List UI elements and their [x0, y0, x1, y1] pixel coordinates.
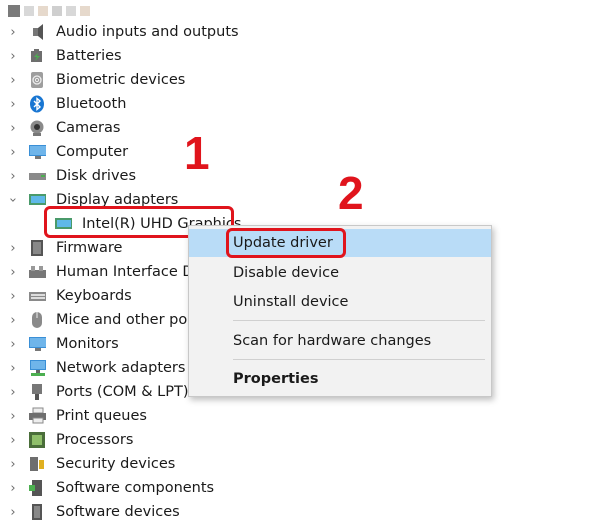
chevron-right-icon[interactable]: › — [6, 380, 20, 404]
tree-item-label: Bluetooth — [56, 96, 127, 112]
tree-item-label: Biometric devices — [56, 72, 186, 88]
disk-drive-icon — [28, 167, 46, 185]
hid-icon — [28, 263, 46, 281]
chevron-right-icon[interactable]: › — [6, 500, 20, 524]
tree-item-label: Software components — [56, 480, 215, 496]
tree-item-label: Cameras — [56, 120, 121, 136]
chevron-right-icon[interactable]: › — [6, 332, 20, 356]
tree-item-label: Human Interface De — [56, 264, 203, 280]
blurred-text — [38, 6, 48, 16]
tree-item-label: Security devices — [56, 456, 176, 472]
menu-item-label: Uninstall device — [233, 294, 349, 310]
port-icon — [28, 383, 46, 401]
software-device-icon — [28, 503, 46, 521]
tree-item-label: Network adapters — [56, 360, 186, 376]
chevron-right-icon[interactable]: › — [6, 20, 20, 44]
network-icon — [28, 359, 46, 377]
tree-item-label: Mice and other poi — [56, 312, 192, 328]
menu-separator — [233, 320, 485, 321]
speaker-icon — [28, 23, 46, 41]
processor-icon — [28, 431, 46, 449]
menu-item-properties[interactable]: Properties — [189, 365, 491, 393]
chevron-right-icon[interactable]: › — [6, 116, 20, 140]
tree-item-label: Monitors — [56, 336, 119, 352]
tree-item-label: Print queues — [56, 408, 147, 424]
chevron-right-icon[interactable]: › — [6, 92, 20, 116]
tree-item-label: Software devices — [56, 504, 180, 520]
software-component-icon — [28, 479, 46, 497]
menu-item-label: Disable device — [233, 265, 340, 281]
chip-icon — [28, 239, 46, 257]
monitor-icon — [28, 143, 46, 161]
fingerprint-icon — [28, 71, 46, 89]
monitor-icon — [28, 335, 46, 353]
chevron-down-icon[interactable]: › — [1, 193, 25, 207]
step2-number: 2 — [338, 167, 364, 219]
chevron-right-icon[interactable]: › — [6, 452, 20, 476]
keyboard-icon — [28, 287, 46, 305]
blurred-text — [52, 6, 62, 16]
mouse-icon — [28, 311, 46, 329]
chevron-right-icon[interactable]: › — [6, 356, 20, 380]
menu-item-label: Properties — [233, 371, 319, 387]
security-icon — [28, 455, 46, 473]
chevron-right-icon[interactable]: › — [6, 44, 20, 68]
camera-icon — [28, 119, 46, 137]
tree-item-label: Ports (COM & LPT) — [56, 384, 189, 400]
chevron-right-icon[interactable]: › — [6, 428, 20, 452]
display-adapter-icon — [28, 191, 46, 209]
tree-item-label: Processors — [56, 432, 134, 448]
tree-item-label: Audio inputs and outputs — [56, 24, 239, 40]
chevron-right-icon[interactable]: › — [6, 140, 20, 164]
menu-item-uninstall-device[interactable]: Uninstall device — [189, 288, 491, 316]
menu-item-disable-device[interactable]: Disable device — [189, 259, 491, 287]
menu-separator — [233, 359, 485, 360]
printer-icon — [28, 407, 46, 425]
tree-root[interactable] — [8, 2, 94, 20]
menu-item-scan-hardware[interactable]: Scan for hardware changes — [189, 327, 491, 355]
chevron-right-icon[interactable]: › — [6, 236, 20, 260]
chevron-right-icon[interactable]: › — [6, 308, 20, 332]
blurred-text — [80, 6, 90, 16]
menu-item-label: Scan for hardware changes — [233, 333, 432, 349]
chevron-right-icon[interactable]: › — [6, 68, 20, 92]
computer-root-icon — [8, 5, 20, 17]
bluetooth-icon — [28, 95, 46, 113]
battery-icon — [28, 47, 46, 65]
blurred-text — [66, 6, 76, 16]
chevron-right-icon[interactable]: › — [6, 164, 20, 188]
step1-number: 1 — [184, 127, 210, 179]
tree-item-label: Computer — [56, 144, 129, 160]
chevron-right-icon[interactable]: › — [6, 260, 20, 284]
tree-item-label: Keyboards — [56, 288, 132, 304]
step2-highlight-box — [226, 228, 346, 258]
chevron-right-icon[interactable]: › — [6, 284, 20, 308]
blurred-text — [24, 6, 34, 16]
tree-item-label: Firmware — [56, 240, 123, 256]
chevron-right-icon[interactable]: › — [6, 404, 20, 428]
tree-item-label: Disk drives — [56, 168, 137, 184]
tree-item-label: Batteries — [56, 48, 122, 64]
chevron-right-icon[interactable]: › — [6, 476, 20, 500]
